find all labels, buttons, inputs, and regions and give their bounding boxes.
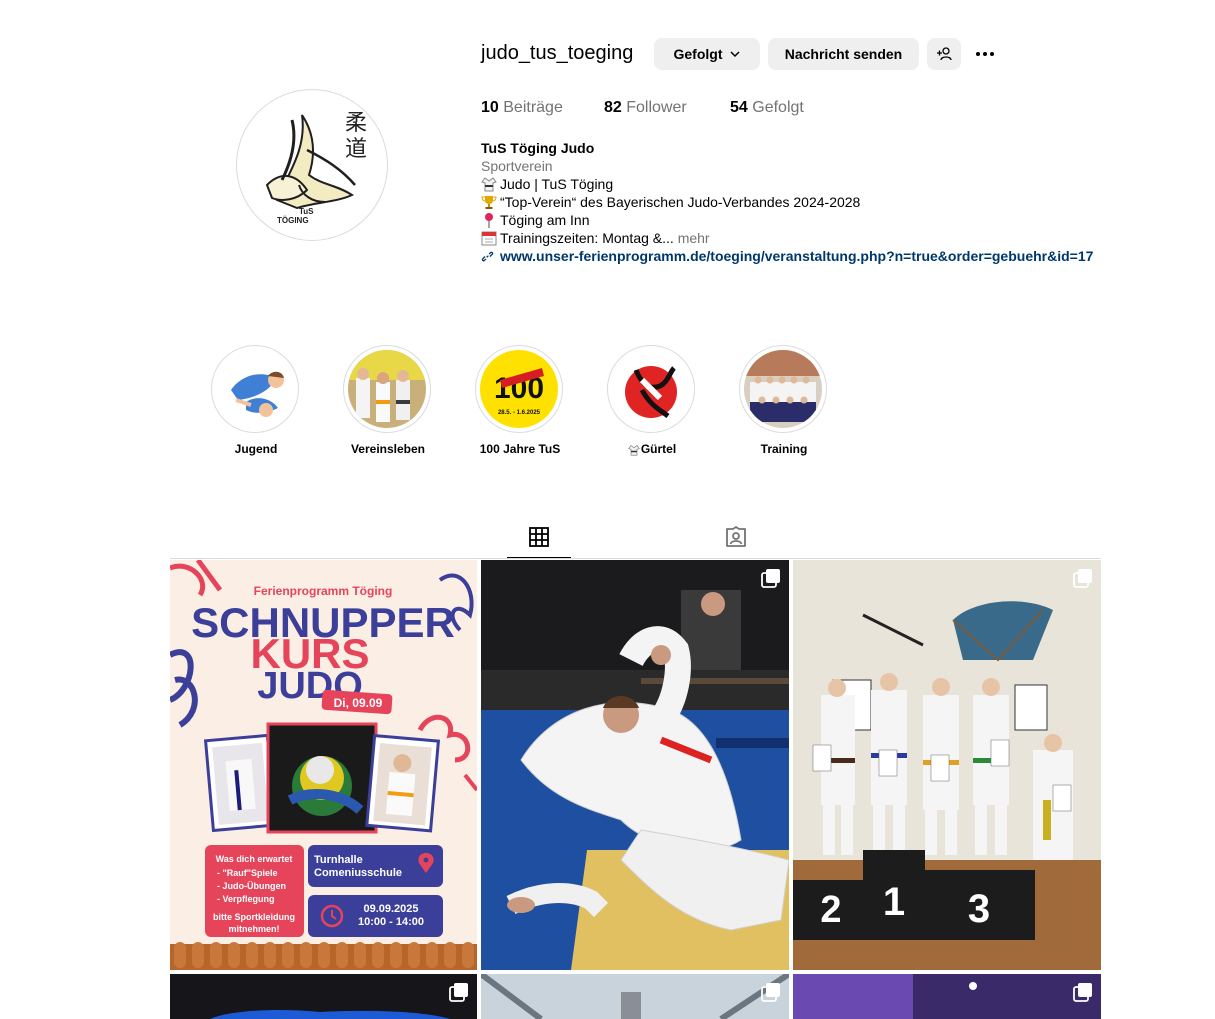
followers-count-value: 82 [604,99,622,116]
post-tile[interactable]: 2 1 3 [793,560,1101,970]
bio-more-link[interactable]: mehr [678,230,710,246]
profile-category: Sportverein [481,158,553,174]
link-icon [481,251,494,261]
martial-arts-uniform-icon [627,444,640,456]
post-image-row2-3 [793,974,1101,1019]
post-tile[interactable]: Ferienprogramm Töging SCHNUPPER KURS JUD… [170,560,477,970]
following-link[interactable]: 54 Gefolgt [730,99,804,117]
podium-place-3: 3 [968,887,990,931]
post-tile[interactable] [481,974,789,1019]
highlight-guertel-label: Gürtel [587,442,717,456]
add-person-icon [937,47,952,61]
bio-line-2-text: “Top-Verein“ des Bayerischen Judo-Verban… [500,194,861,210]
following-count-value: 54 [730,99,748,116]
highlight-cover-vereinsleben [348,350,426,428]
highlight-training-label: Training [760,442,808,456]
pin-icon [485,213,493,228]
flyer-header: Ferienprogramm Töging [254,584,393,598]
highlight-cover-training [744,350,822,428]
flyer-time-hours: 10:00 - 14:00 [358,916,424,928]
suggested-accounts-button[interactable] [927,38,961,70]
bio-line-1-text: Judo | TuS Töging [500,176,614,192]
highlight-cover-guertel [612,350,690,428]
post-image-row2-1 [170,974,477,1019]
send-message-label: Nachricht senden [784,46,903,62]
following-button[interactable]: Gefolgt [654,38,760,70]
podium-place-1: 1 [883,880,905,924]
carousel-icon [761,569,780,588]
highlight-cover-100-jahre: 100 28.5. - 1.6.2025 [480,350,558,428]
tagged-icon [726,526,746,547]
flyer-time-date: 09.09.2025 [363,903,418,915]
following-button-label: Gefolgt [673,46,723,62]
tab-tagged[interactable] [704,520,768,558]
flyer-date-tag: Di, 09.09 [334,696,383,710]
carousel-icon [761,983,780,1002]
bio-external-link[interactable]: www.unser-ferienprogramm.de/toeging/vera… [481,247,1103,265]
bio-line-3-text: Töging am Inn [500,212,590,228]
highlight-vereinsleben-label: Vereinsleben [350,442,426,456]
chevron-down-icon [729,51,740,58]
logo-club-1: TuS [299,207,314,216]
highlight-100-dates: 28.5. - 1.6.2025 [498,410,541,416]
bio-line-3: Töging am Inn [481,211,1111,229]
profile-bio: TuS Töging Judo Sportverein Judo | TuS T… [481,139,1111,265]
bio-link-text: www.unser-ferienprogramm.de/toeging/vera… [500,248,1094,264]
logo-kanji-1: 柔 [345,111,367,136]
profile-full-name: TuS Töging Judo [481,140,595,156]
highlight-100-jahre[interactable]: 100 28.5. - 1.6.2025 100 Jahre TuS [475,345,565,456]
post-tile[interactable] [793,974,1101,1019]
post-tile[interactable] [481,560,789,970]
highlight-cover-jugend [216,350,294,428]
post-image-row2-2 [481,974,789,1019]
highlight-guertel-label-text: Gürtel [640,442,677,456]
flyer-info-line-6: mitnehmen! [228,924,279,934]
tab-posts[interactable] [507,520,571,558]
trophy-icon [481,196,497,209]
bio-line-2: “Top-Verein“ des Bayerischen Judo-Verban… [481,193,1111,211]
judo-logo-icon: 柔 道 TuS TÖGING [238,91,386,239]
logo-kanji-2: 道 [345,137,367,162]
following-count-label: Gefolgt [752,99,804,116]
post-image-podium: 2 1 3 [793,560,1101,970]
highlight-jugend-label: Jugend [234,442,278,456]
posts-count-label: Beiträge [503,99,563,116]
flyer-info-line-5: bitte Sportkleidung [213,912,295,922]
calendar-icon [481,231,497,246]
profile-avatar[interactable]: 柔 道 TuS TÖGING [236,89,388,241]
highlight-training[interactable]: Training [739,345,829,456]
logo-club-2: TÖGING [277,216,309,225]
carousel-icon [1073,569,1092,588]
flyer-info-line-3: - Judo-Übungen [217,881,286,891]
carousel-icon [1073,983,1092,1002]
posts-count-value: 10 [481,99,499,116]
posts-count: 10 Beiträge [481,99,563,117]
bio-line-4-text: Trainingszeiten: Montag &... [500,230,674,246]
post-tile[interactable] [170,974,477,1019]
martial-arts-uniform-icon [481,177,497,192]
grid-icon [529,527,549,547]
carousel-icon [449,983,468,1002]
flyer-location-1: Turnhalle [314,854,363,866]
post-image-schnupperkurs: Ferienprogramm Töging SCHNUPPER KURS JUD… [170,560,477,970]
flyer-info-line-2: - "Rauf"Spiele [217,868,278,878]
followers-count-label: Follower [626,99,687,116]
bio-line-1: Judo | TuS Töging [481,175,1111,193]
podium-place-2: 2 [820,889,841,931]
highlight-100-jahre-label: 100 Jahre TuS [479,442,561,456]
flyer-location-2: Comeniusschule [314,867,402,879]
send-message-button[interactable]: Nachricht senden [768,38,919,70]
tabs-divider [170,558,1101,559]
highlight-guertel[interactable]: Gürtel [607,345,697,456]
followers-link[interactable]: 82 Follower [604,99,687,117]
highlight-vereinsleben[interactable]: Vereinsleben [343,345,433,456]
flyer-info-line-1: Was dich erwartet [216,854,293,864]
post-image-judo-match [481,560,789,970]
bio-line-4: Trainingszeiten: Montag &... mehr [481,229,1111,247]
flyer-info-line-4: - Verpflegung [217,894,275,904]
more-options-icon[interactable] [972,44,998,64]
highlight-jugend[interactable]: Jugend [211,345,301,456]
profile-username: judo_tus_toeging [481,42,634,64]
